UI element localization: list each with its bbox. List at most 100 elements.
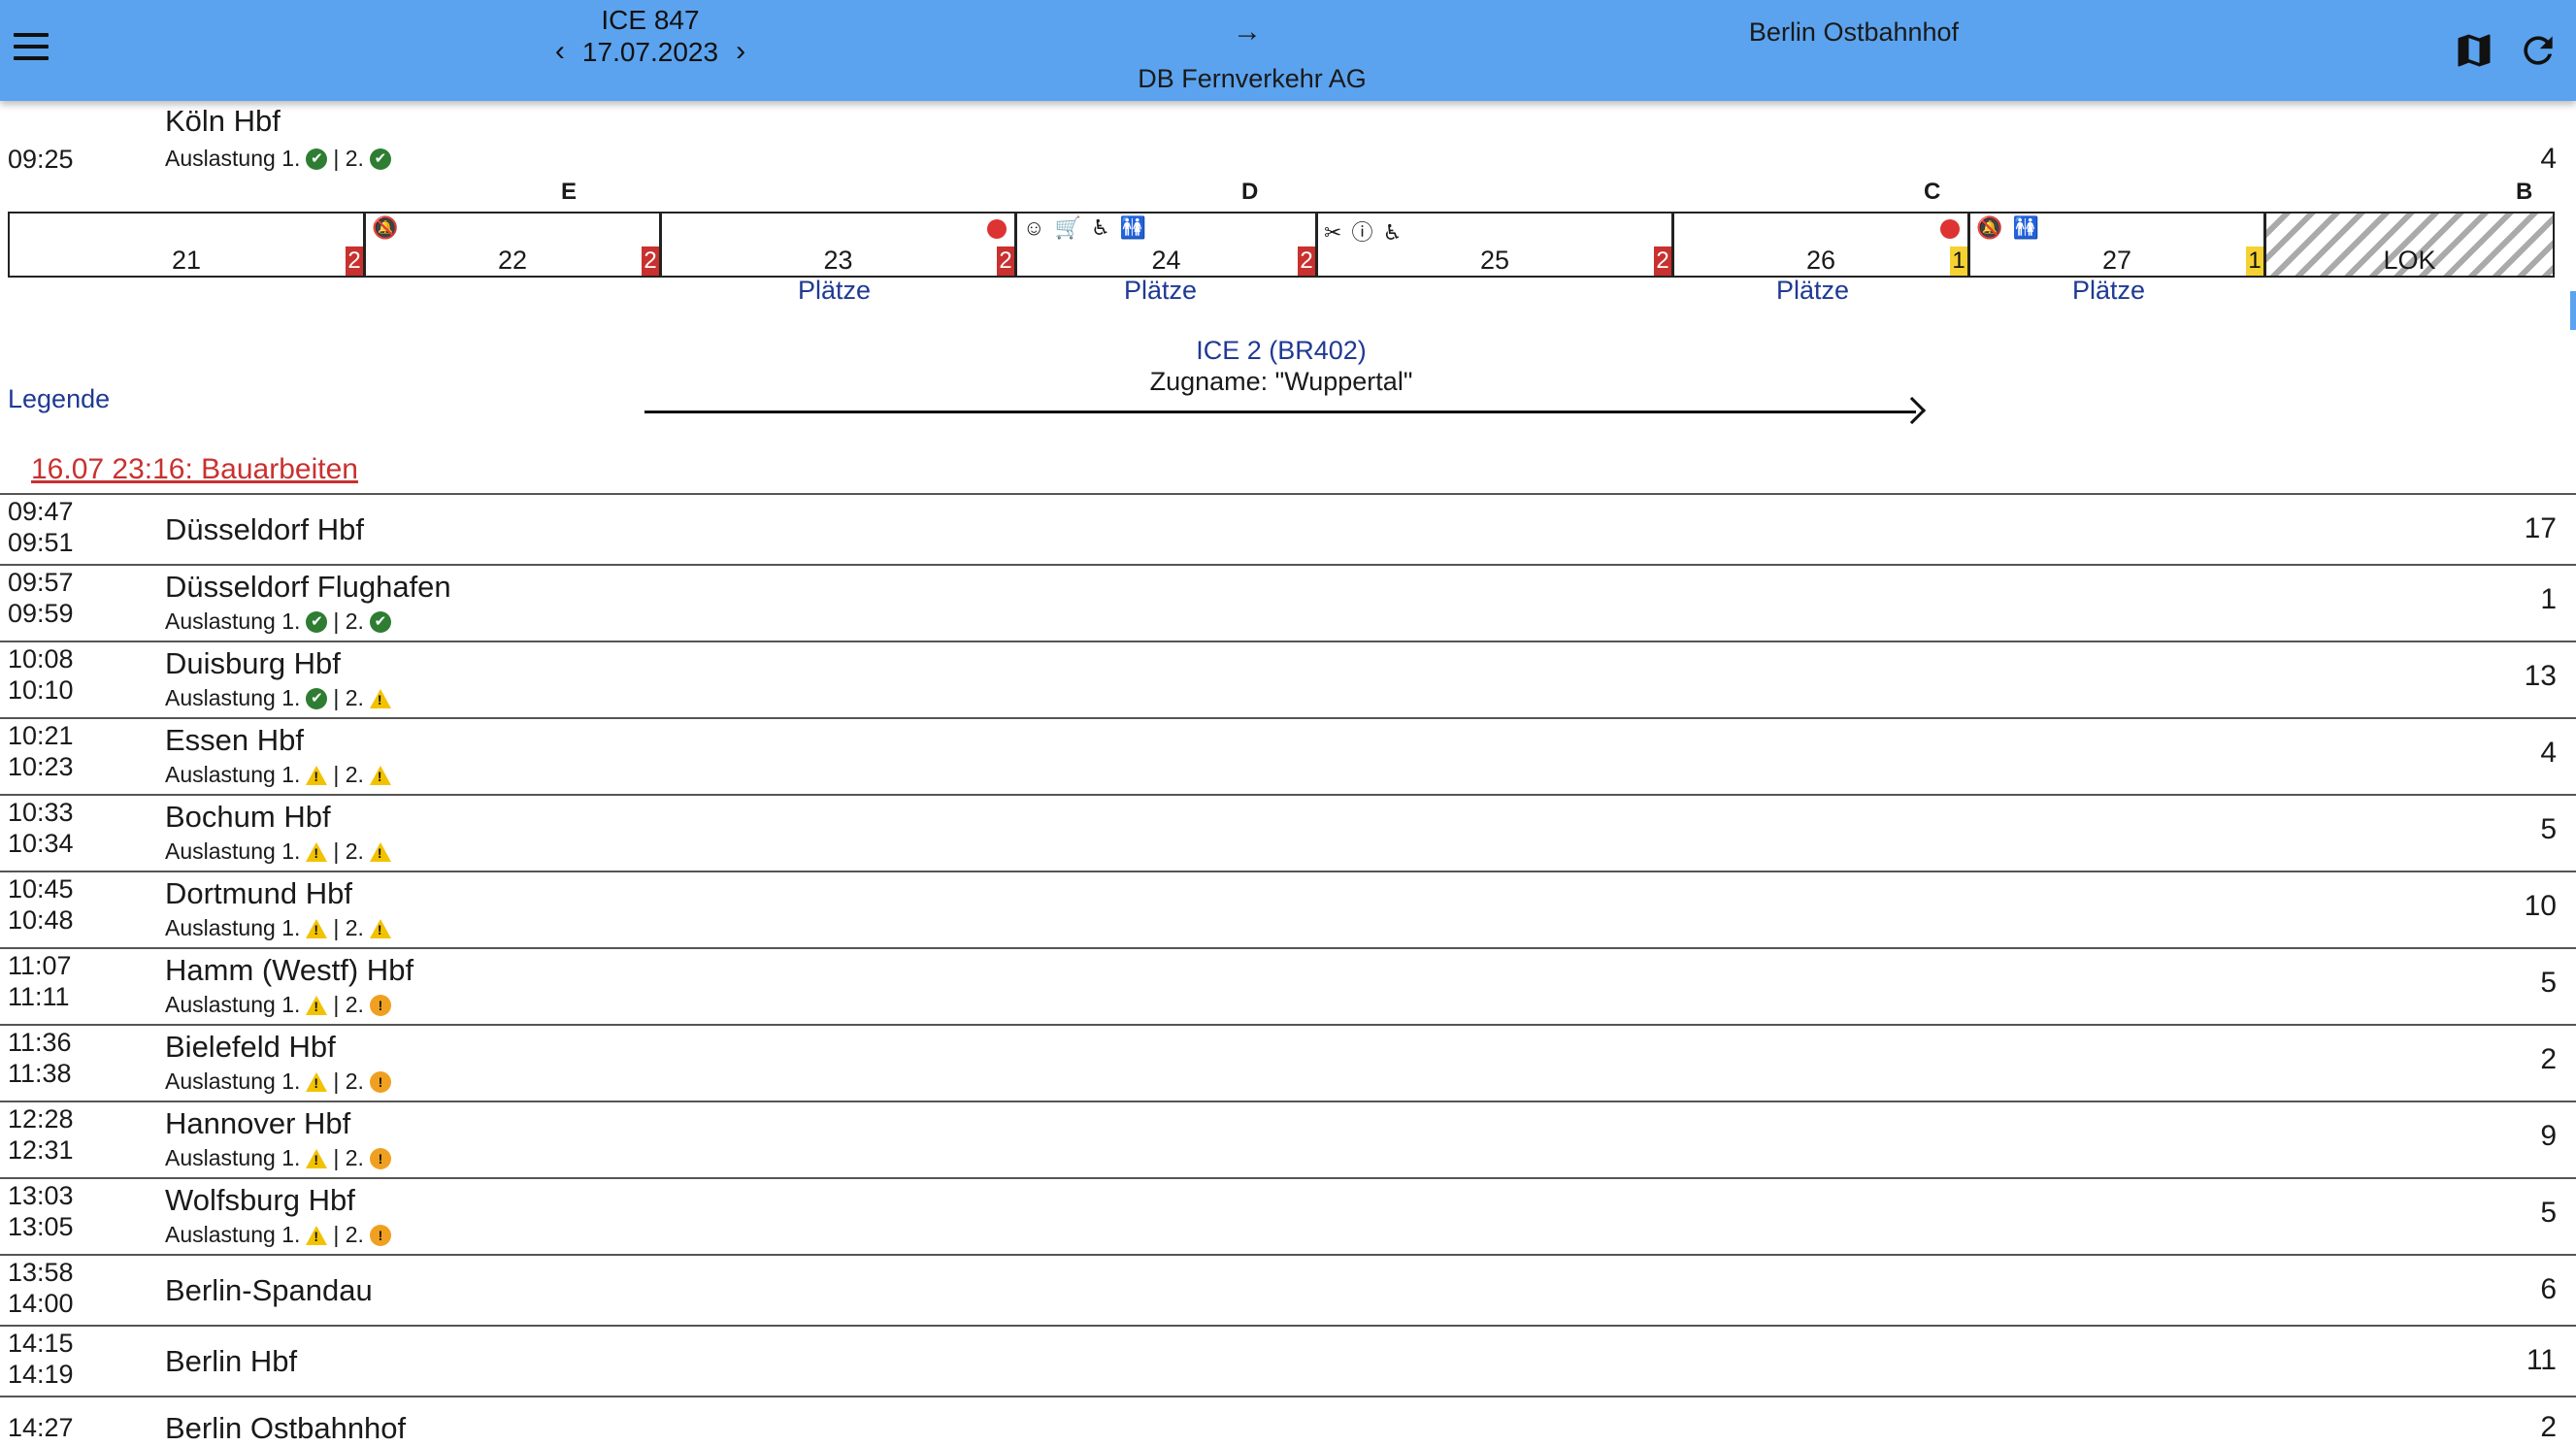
seats-link[interactable]: Plätze	[2072, 276, 2145, 306]
departure-time: 14:19	[8, 1360, 74, 1389]
station-name[interactable]: Düsseldorf Flughafen	[165, 570, 451, 605]
seats-link[interactable]: Plätze	[1776, 276, 1849, 306]
stop-row[interactable]: 14:15 14:19 Berlin Hbf 11	[0, 1325, 2576, 1396]
station-name[interactable]: Berlin Ostbahnhof	[165, 1411, 406, 1446]
load-ok-icon: ✔	[369, 610, 391, 633]
load-indicator: Auslastung 1. | 2.!	[165, 992, 391, 1018]
wagon[interactable]: 23 2	[662, 214, 1017, 276]
load-ok-icon: ✔	[306, 148, 328, 170]
wagon-class-badge: 2	[346, 246, 363, 276]
arrival-time: 10:21	[8, 721, 74, 750]
departure-time: 10:10	[8, 675, 74, 705]
stop-row[interactable]: 10:2110:23 Essen Hbf Auslastung 1. | 2. 4	[0, 717, 2576, 794]
station-name[interactable]: Essen Hbf	[165, 723, 304, 758]
sector-label: C	[1924, 179, 1941, 205]
seats-link[interactable]: Plätze	[798, 276, 871, 306]
platform-number: 6	[2540, 1273, 2557, 1305]
stop-row[interactable]: 09:47 09:51 Düsseldorf Hbf 17	[0, 493, 2576, 564]
station-name[interactable]: Hannover Hbf	[165, 1106, 350, 1141]
stop-row[interactable]: 11:3611:38 Bielefeld Hbf Auslastung 1. | 2.…	[0, 1024, 2576, 1101]
train-date-block: ICE 847 ‹ 17.07.2023 ›	[544, 4, 757, 68]
load-warning-icon	[369, 918, 391, 938]
stop-row[interactable]: 13:58 14:00 Berlin-Spandau 6	[0, 1254, 2576, 1325]
train-number: ICE 847	[601, 5, 700, 35]
station-name[interactable]: Bielefeld Hbf	[165, 1030, 336, 1065]
refresh-icon[interactable]	[2517, 29, 2559, 72]
arrival-time: 12:28	[8, 1104, 74, 1134]
station-name[interactable]: Hamm (Westf) Hbf	[165, 953, 413, 988]
platform-number: 13	[2524, 660, 2557, 692]
load-warning-icon	[306, 1225, 328, 1245]
stop-row[interactable]: 14:27 Berlin Ostbahnhof 2	[0, 1396, 2576, 1446]
map-icon[interactable]	[2453, 29, 2495, 72]
station-name[interactable]: Dortmund Hbf	[165, 876, 352, 911]
station-name[interactable]: Düsseldorf Hbf	[165, 512, 364, 547]
wagon-class-badge: 1	[2246, 246, 2263, 276]
load-label-second: | 2.	[333, 838, 364, 864]
wagon-number: 22	[497, 246, 528, 275]
station-name[interactable]: Berlin-Spandau	[165, 1273, 373, 1308]
load-indicator: Auslastung 1. | 2.	[165, 838, 391, 865]
menu-icon[interactable]	[12, 29, 50, 64]
station-name[interactable]: Berlin Hbf	[165, 1344, 297, 1379]
restaurant-info-icons: ✂ ⓘ ♿	[1324, 220, 1404, 245]
departure-time: 10:48	[8, 905, 74, 935]
load-warning-icon	[306, 995, 328, 1015]
load-indicator: Auslastung 1. ✔ | 2.	[165, 685, 391, 711]
load-indicator: Auslastung 1. | 2.!	[165, 1068, 391, 1095]
stop-row[interactable]: 11:0711:11 Hamm (Westf) Hbf Auslastung 1. |…	[0, 947, 2576, 1024]
train-type-link[interactable]: ICE 2 (BR402)	[1087, 336, 1475, 366]
departure-time: 11:11	[8, 982, 70, 1011]
stop-row[interactable]: 09:57 09:59 Düsseldorf Flughafen Auslastung…	[0, 564, 2576, 641]
departure-time: 13:05	[8, 1212, 74, 1241]
wagon[interactable]: 🔕 🚻 27 1	[1970, 214, 2266, 276]
wagon[interactable]: 26 1	[1674, 214, 1970, 276]
departure-time: 09:51	[8, 528, 74, 557]
stop-row[interactable]: 12:2812:31 Hannover Hbf Auslastung 1. | 2.!…	[0, 1101, 2576, 1177]
wagon[interactable]: 21 2	[10, 214, 366, 276]
platform-number: 2	[2540, 1043, 2557, 1075]
load-indicator: Auslastung 1. | 2.!	[165, 1222, 391, 1248]
destination-label: Berlin Ostbahnhof	[1748, 17, 1960, 47]
legend-link[interactable]: Legende	[8, 384, 110, 414]
arrival-time: 13:03	[8, 1181, 74, 1210]
wagon[interactable]: 🔕 22 2	[366, 214, 662, 276]
wagon-class-badge: 1	[1950, 246, 1967, 276]
wagon[interactable]: ☺ 🛒 ♿ 🚻 24 2	[1017, 214, 1318, 276]
platform-number: 4	[2540, 737, 2557, 769]
train-formation: 21 2 🔕 22 2 23 2 ☺ 🛒 ♿ 🚻 24 2 ✂ ⓘ ♿ 25 2…	[8, 212, 2555, 278]
arrival-time: 09:57	[8, 568, 74, 597]
wagon[interactable]: ✂ ⓘ ♿ 25 2	[1318, 214, 1674, 276]
arrival-time: 11:07	[8, 951, 72, 980]
arrival-time: 10:33	[8, 798, 74, 827]
station-name[interactable]: Wolfsburg Hbf	[165, 1183, 355, 1218]
wagon-number: 27	[2101, 246, 2132, 275]
load-label-second: | 2.	[333, 685, 364, 710]
station-name[interactable]: Bochum Hbf	[165, 800, 331, 835]
wagon-number: 25	[1479, 246, 1510, 275]
scrollbar[interactable]	[2570, 291, 2576, 330]
wagon-class-badge: 2	[1654, 246, 1671, 276]
departure-time: 10:34	[8, 829, 74, 858]
arrival-time: 14:27	[8, 1413, 74, 1442]
stop-row[interactable]: 10:3310:34 Bochum Hbf Auslastung 1. | 2. 5	[0, 794, 2576, 871]
platform-number: 9	[2540, 1120, 2557, 1152]
seats-link[interactable]: Plätze	[1124, 276, 1197, 306]
load-label-first: Auslastung 1.	[165, 685, 301, 710]
platform-number: 5	[2540, 967, 2557, 999]
stop-row[interactable]: 10:4510:48 Dortmund Hbf Auslastung 1. | 2. 1…	[0, 871, 2576, 947]
station-name[interactable]: Duisburg Hbf	[165, 646, 341, 681]
load-ok-icon: ✔	[369, 148, 391, 170]
chevron-right-icon[interactable]: ›	[728, 36, 753, 68]
origin-station-name[interactable]: Köln Hbf	[165, 104, 281, 139]
stop-row[interactable]: 13:0313:05 Wolfsburg Hbf Auslastung 1. | 2.…	[0, 1177, 2576, 1254]
arrival-time: 10:08	[8, 644, 74, 674]
load-warning-icon	[306, 1148, 328, 1168]
stop-row[interactable]: 10:08 10:10 Duisburg Hbf Auslastung 1. ✔ | 2.…	[0, 641, 2576, 717]
chevron-left-icon[interactable]: ‹	[547, 36, 573, 68]
direction-arrow-icon: →	[1233, 16, 1262, 48]
disruption-notice-link[interactable]: 16.07 23:16: Bauarbeiten	[31, 453, 358, 486]
load-label-second: | 2.	[333, 992, 364, 1017]
date-label[interactable]: 17.07.2023	[582, 36, 718, 68]
departure-time: 12:31	[8, 1135, 74, 1165]
